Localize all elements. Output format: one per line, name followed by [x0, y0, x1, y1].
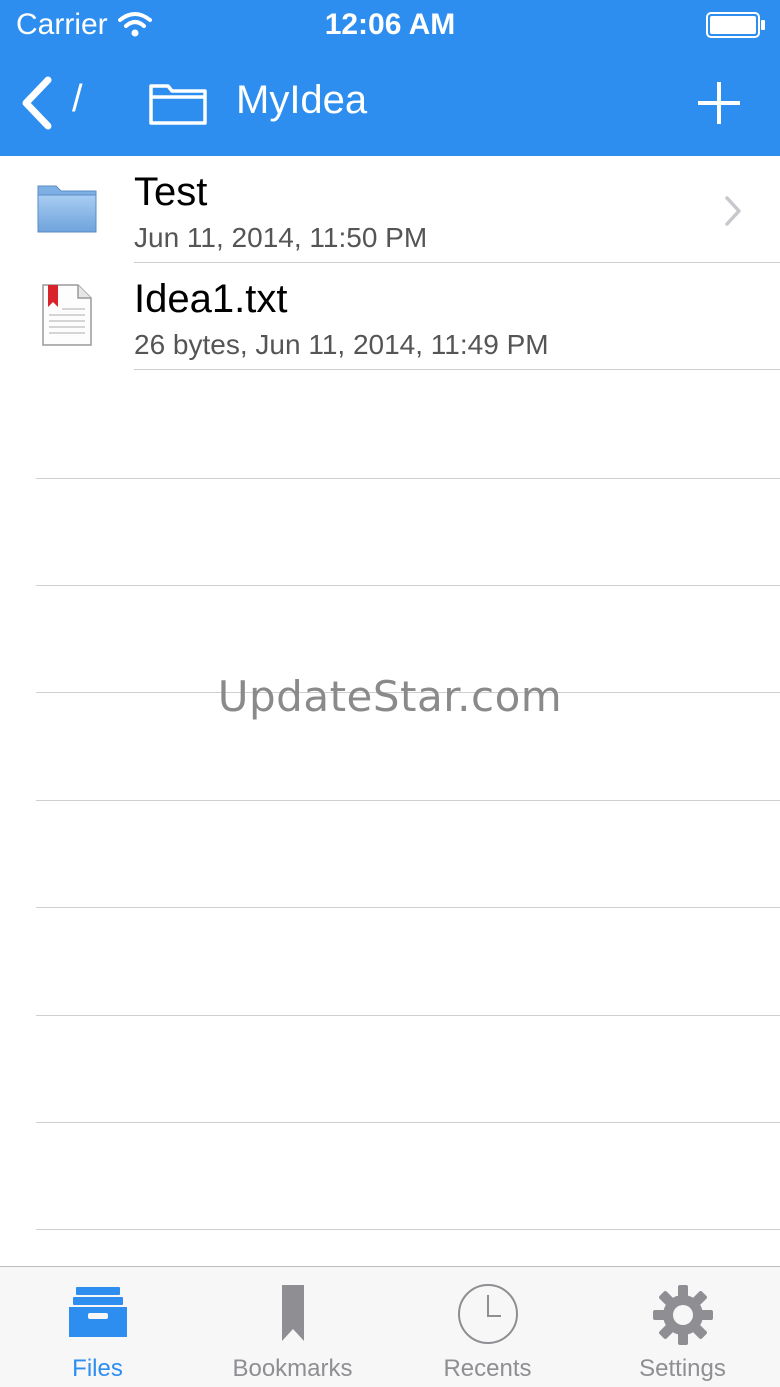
tab-label: Files	[72, 1355, 123, 1382]
tab-bookmarks[interactable]: Bookmarks	[195, 1267, 390, 1387]
list-item-idea1[interactable]: Idea1.txt 26 bytes, Jun 11, 2014, 11:49 …	[0, 263, 780, 370]
empty-row-separator	[36, 907, 780, 908]
file-meta: 26 bytes, Jun 11, 2014, 11:49 PM	[134, 329, 549, 360]
folder-icon	[37, 185, 97, 233]
top-bar: Carrier 12:06 AM / MyIdea	[0, 0, 780, 156]
watermark-text: UpdateStar.com	[217, 672, 563, 721]
tab-bar: Files Bookmarks Recents Settings	[0, 1266, 780, 1387]
bookmark-icon	[281, 1285, 304, 1341]
navigation-bar: / MyIdea	[0, 52, 780, 156]
folder-outline-icon	[149, 84, 207, 125]
empty-row-separator	[36, 478, 780, 479]
tab-label: Bookmarks	[232, 1355, 353, 1382]
file-meta: Jun 11, 2014, 11:50 PM	[134, 222, 428, 253]
empty-row-separator	[36, 1229, 780, 1230]
empty-row-separator	[36, 1122, 780, 1123]
clock-icon	[457, 1284, 518, 1344]
tab-label: Recents	[443, 1355, 532, 1382]
files-tray-icon	[68, 1287, 127, 1337]
back-button[interactable]	[12, 72, 62, 134]
list-item-test[interactable]: Test Jun 11, 2014, 11:50 PM	[0, 156, 780, 263]
text-file-icon	[42, 284, 92, 346]
file-name: Test	[134, 170, 208, 214]
tab-recents[interactable]: Recents	[390, 1267, 585, 1387]
tab-label: Settings	[639, 1355, 726, 1382]
empty-row-separator	[36, 585, 780, 586]
tab-settings[interactable]: Settings	[585, 1267, 780, 1387]
path-breadcrumb[interactable]: /	[72, 78, 83, 121]
add-button[interactable]	[692, 72, 746, 132]
status-bar: Carrier 12:06 AM	[0, 0, 780, 52]
tab-files[interactable]: Files	[0, 1267, 195, 1387]
empty-row-separator	[36, 800, 780, 801]
status-time: 12:06 AM	[324, 8, 456, 41]
chevron-right-icon	[725, 196, 741, 226]
page-title: MyIdea	[236, 78, 368, 122]
gear-icon	[652, 1285, 713, 1345]
file-name: Idea1.txt	[134, 277, 288, 321]
battery-icon	[706, 12, 765, 38]
empty-row-separator	[36, 1015, 780, 1016]
row-separator	[134, 369, 780, 370]
